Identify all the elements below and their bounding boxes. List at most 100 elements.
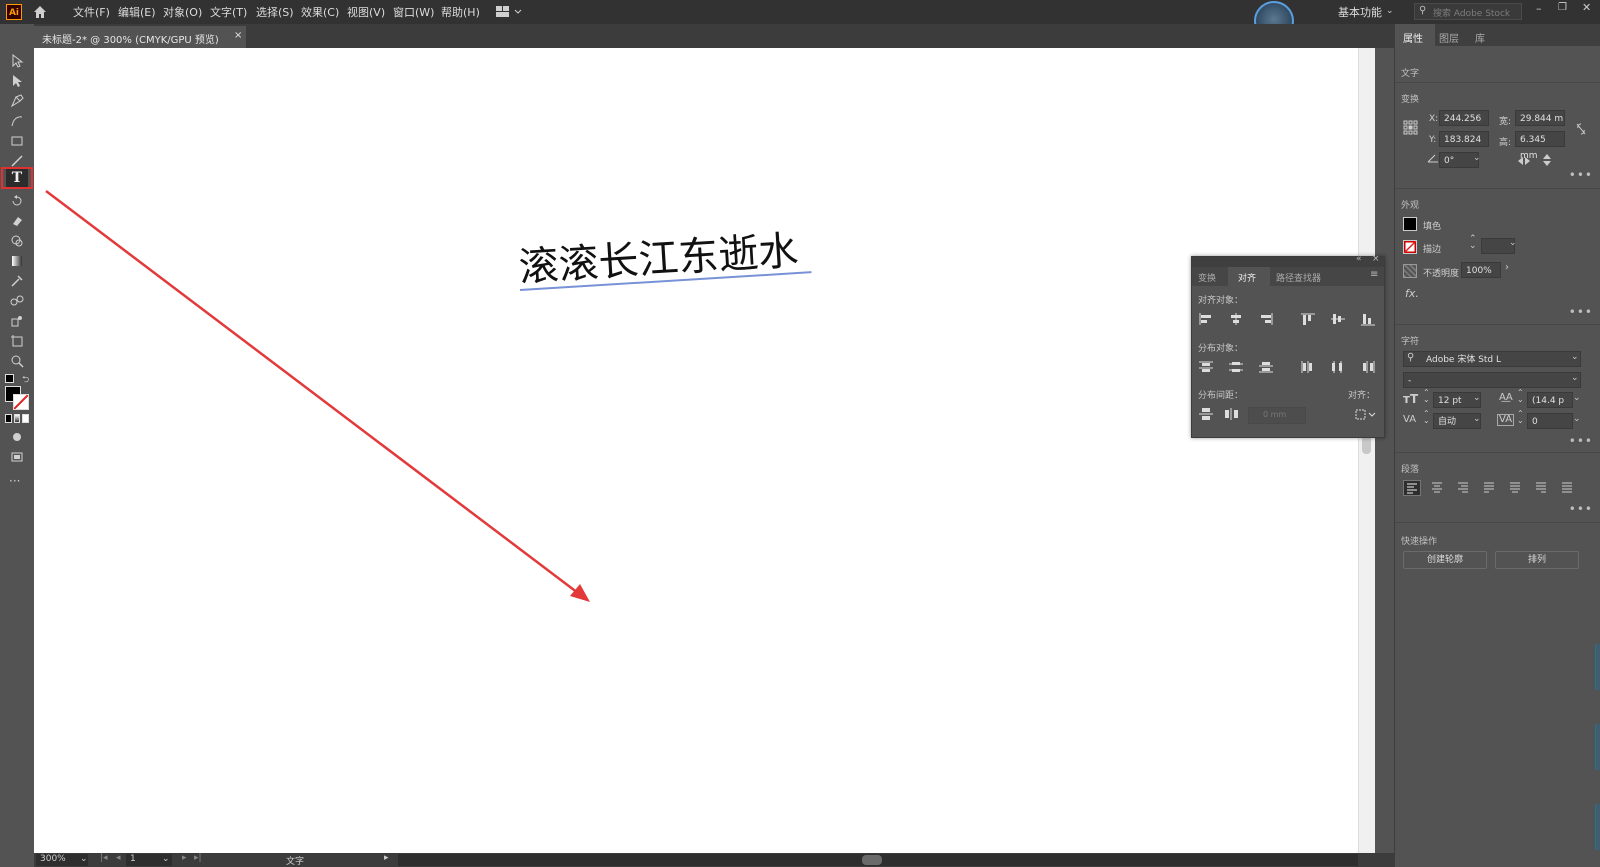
align-text-center-icon[interactable] <box>1429 480 1445 497</box>
chevron-down-icon[interactable]: ⌄ <box>1473 414 1481 424</box>
distribute-top-icon[interactable] <box>1198 360 1214 374</box>
menu-view[interactable]: 视图(V) <box>347 4 385 20</box>
last-page-icon[interactable]: ▸| <box>194 853 202 863</box>
first-page-icon[interactable]: |◂ <box>100 853 108 863</box>
eraser-tool-icon[interactable] <box>6 212 28 230</box>
spacing-field[interactable]: 0 mm <box>1248 407 1306 424</box>
distribute-right-icon[interactable] <box>1360 360 1376 374</box>
y-field[interactable]: 183.824 <box>1439 131 1489 147</box>
tab-libraries[interactable]: 库 <box>1475 30 1485 45</box>
align-top-icon[interactable] <box>1300 312 1316 326</box>
leading-stepper-icon[interactable]: ⌃ ⌄ <box>1517 389 1524 404</box>
align-right-icon[interactable] <box>1258 312 1274 326</box>
leading-field[interactable]: (14.4 p <box>1527 392 1573 408</box>
link-proportions-icon[interactable] <box>1575 122 1587 139</box>
flip-vertical-icon[interactable] <box>1541 153 1553 170</box>
chevron-right-icon[interactable]: › <box>1505 262 1509 273</box>
x-field[interactable]: 244.256 <box>1439 110 1489 126</box>
arrange-button[interactable]: 排列 <box>1495 551 1579 569</box>
menu-help[interactable]: 帮助(H) <box>441 4 480 20</box>
distribute-bottom-icon[interactable] <box>1258 360 1274 374</box>
zoom-select[interactable]: 300% ⌄ <box>36 854 88 866</box>
distribute-vertical-center-icon[interactable] <box>1228 360 1244 374</box>
font-style-field[interactable]: - <box>1403 372 1581 388</box>
chevron-down-icon[interactable]: ⌄ <box>1473 393 1481 403</box>
close-window-icon[interactable]: ✕ <box>1582 1 1591 14</box>
fill-swatch[interactable] <box>1403 217 1417 231</box>
justify-right-icon[interactable] <box>1533 480 1549 497</box>
font-size-stepper-icon[interactable]: ⌃ ⌄ <box>1423 389 1430 404</box>
direct-selection-tool-icon[interactable] <box>6 72 28 90</box>
tab-align[interactable]: 对齐 <box>1238 271 1256 284</box>
stock-search[interactable]: ⚲ 搜索 Adobe Stock <box>1414 3 1522 20</box>
distribute-left-icon[interactable] <box>1300 360 1316 374</box>
panel-menu-icon[interactable]: ≡ <box>1370 269 1378 280</box>
close-tab-icon[interactable]: × <box>234 30 242 41</box>
pen-tool-icon[interactable] <box>6 92 28 110</box>
align-to-selection-icon[interactable] <box>1354 407 1376 421</box>
rectangle-tool-icon[interactable] <box>6 132 28 150</box>
curvature-tool-icon[interactable] <box>6 112 28 130</box>
menu-file[interactable]: 文件(F) <box>73 4 110 20</box>
menu-type[interactable]: 文字(T) <box>210 4 247 20</box>
chevron-down-icon[interactable]: ⌄ <box>1386 6 1394 16</box>
menu-window[interactable]: 窗口(W) <box>393 4 434 20</box>
align-text-left-icon[interactable] <box>1403 480 1421 496</box>
align-left-icon[interactable] <box>1198 312 1214 326</box>
artboard-tool-icon[interactable] <box>6 332 28 350</box>
align-text-right-icon[interactable] <box>1455 480 1471 497</box>
home-icon[interactable] <box>32 4 48 23</box>
screen-mode-icon[interactable] <box>6 448 28 466</box>
chevron-down-icon[interactable]: ⌄ <box>1573 414 1581 424</box>
close-panel-icon[interactable]: × <box>1372 254 1380 264</box>
stroke-color-swatch[interactable] <box>13 394 29 410</box>
fx-icon[interactable]: fx. <box>1405 287 1419 300</box>
flip-horizontal-icon[interactable] <box>1517 155 1531 170</box>
kerning-stepper-icon[interactable]: ⌃ ⌄ <box>1423 410 1430 425</box>
canvas-scrollbar[interactable] <box>1358 48 1375 853</box>
more-transform-options-icon[interactable]: ••• <box>1569 168 1593 182</box>
align-vertical-center-icon[interactable] <box>1330 312 1346 326</box>
next-page-icon[interactable]: ▸ <box>182 853 187 863</box>
menu-object[interactable]: 对象(O) <box>163 4 202 20</box>
chevron-down-icon[interactable]: ⌄ <box>1571 352 1579 362</box>
chevron-down-icon[interactable]: ⌄ <box>1473 153 1481 163</box>
justify-all-icon[interactable] <box>1559 480 1575 497</box>
more-tools-icon[interactable]: ··· <box>9 474 20 488</box>
vertical-distribute-space-icon[interactable] <box>1198 407 1214 421</box>
create-outlines-button[interactable]: 创建轮廓 <box>1403 551 1487 569</box>
gradient-tool-icon[interactable] <box>6 252 28 270</box>
draw-mode-icon[interactable] <box>6 428 28 446</box>
chevron-down-icon[interactable]: ⌄ <box>1573 393 1581 403</box>
stroke-swatch[interactable] <box>1403 240 1417 254</box>
tab-transform[interactable]: 变换 <box>1198 271 1216 284</box>
horizontal-distribute-space-icon[interactable] <box>1224 407 1240 421</box>
type-tool-icon[interactable]: T <box>6 169 28 187</box>
more-appearance-options-icon[interactable]: ••• <box>1569 305 1593 319</box>
collapsed-panel-tab[interactable] <box>1595 804 1600 850</box>
minimize-icon[interactable]: – <box>1536 2 1542 15</box>
symbol-sprayer-tool-icon[interactable] <box>6 312 28 330</box>
tab-layers[interactable]: 图层 <box>1439 30 1459 45</box>
stroke-stepper-icon[interactable]: ⌃ ⌄ <box>1469 235 1477 251</box>
menu-select[interactable]: 选择(S) <box>256 4 294 20</box>
reference-point-icon[interactable] <box>1403 120 1419 139</box>
horizontal-scrollbar[interactable] <box>398 854 1358 866</box>
color-mode-icons[interactable] <box>5 414 30 423</box>
tracking-stepper-icon[interactable]: ⌃ ⌄ <box>1517 410 1524 425</box>
collapsed-panel-tab[interactable] <box>1595 644 1600 690</box>
align-horizontal-center-icon[interactable] <box>1228 312 1244 326</box>
chevron-down-icon[interactable]: ⌄ <box>1509 238 1517 248</box>
page-select[interactable]: 1 ⌄ <box>126 854 172 866</box>
panel-grip[interactable]: « × <box>1192 254 1384 267</box>
tab-properties[interactable]: 属性 <box>1403 30 1423 45</box>
opacity-field[interactable]: 100% <box>1461 262 1501 278</box>
align-bottom-icon[interactable] <box>1360 312 1376 326</box>
justify-left-icon[interactable] <box>1481 480 1497 497</box>
arrange-documents-icon[interactable] <box>496 6 524 21</box>
justify-center-icon[interactable] <box>1507 480 1523 497</box>
font-family-field[interactable]: Adobe 宋体 Std L <box>1403 351 1581 367</box>
status-menu-icon[interactable]: ▸ <box>384 853 389 863</box>
more-paragraph-options-icon[interactable]: ••• <box>1569 502 1593 516</box>
more-character-options-icon[interactable]: ••• <box>1569 434 1593 448</box>
